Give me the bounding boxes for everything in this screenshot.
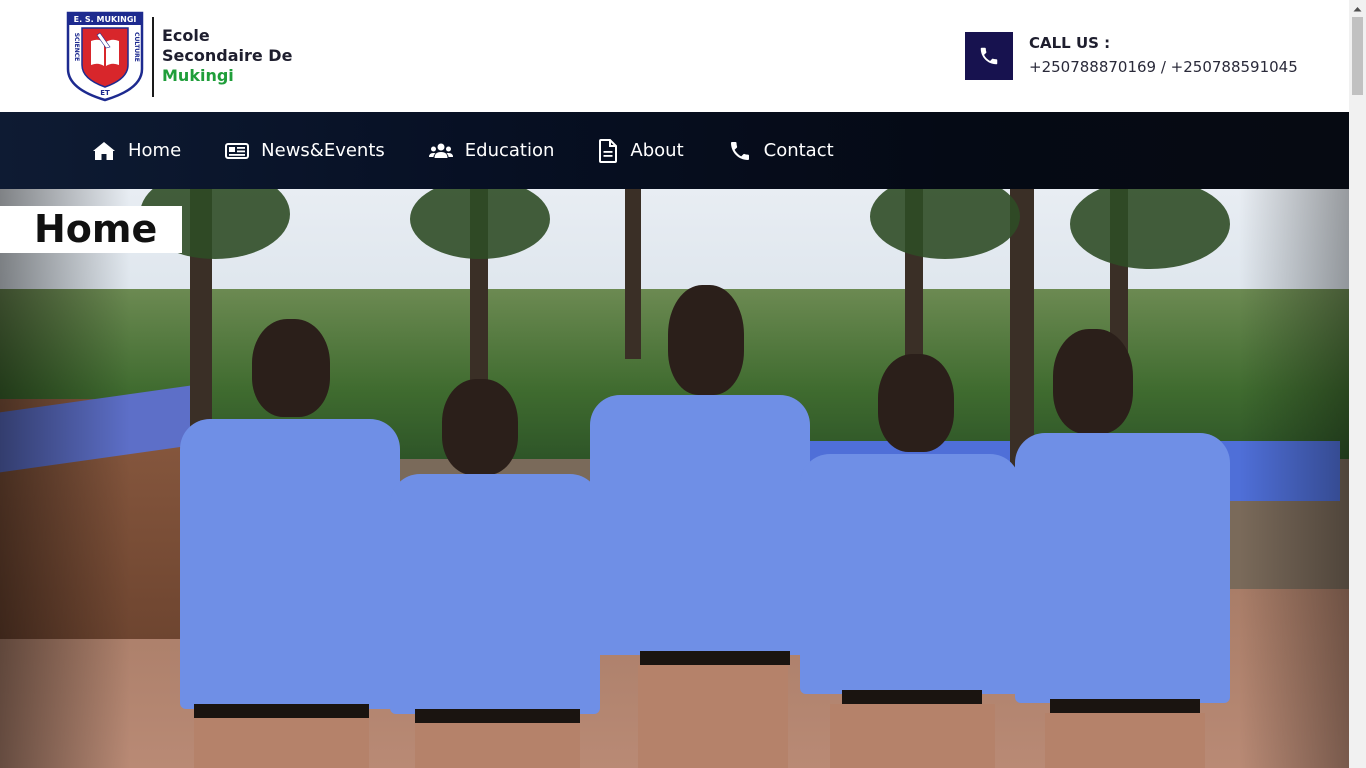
- users-icon: [428, 143, 453, 158]
- nav-label-news-events: News&Events: [261, 140, 385, 161]
- home-icon: [93, 141, 115, 160]
- page-title: Home: [34, 207, 158, 251]
- scroll-up-button[interactable]: [1349, 0, 1366, 17]
- phone-icon: [730, 141, 749, 160]
- svg-text:E. S. MUKINGI: E. S. MUKINGI: [74, 15, 137, 24]
- school-name: Ecole Secondaire De Mukingi: [162, 26, 292, 86]
- school-name-line1: Ecole: [162, 26, 210, 45]
- site-header: E. S. MUKINGI SCIENCE CULTURE ET Ecole S…: [0, 0, 1349, 112]
- school-name-line2: Secondaire De: [162, 46, 293, 65]
- phone-icon: [980, 47, 998, 65]
- nav-item-contact[interactable]: Contact: [728, 139, 834, 163]
- scrollbar-thumb[interactable]: [1352, 17, 1363, 95]
- chevron-up-icon: [1353, 6, 1362, 11]
- nav-item-education[interactable]: Education: [428, 140, 555, 161]
- logo-divider: [152, 17, 154, 97]
- nav-label-home: Home: [128, 140, 182, 161]
- call-phone-numbers[interactable]: +250788870169 / +250788591045: [1029, 58, 1298, 76]
- document-icon: [599, 138, 618, 163]
- hero-tree: [625, 189, 641, 359]
- vertical-scrollbar[interactable]: [1349, 0, 1366, 768]
- nav-label-about: About: [630, 140, 684, 161]
- nav-label-contact: Contact: [763, 140, 834, 161]
- school-logo[interactable]: E. S. MUKINGI SCIENCE CULTURE ET Ecole S…: [66, 11, 292, 102]
- nav-item-news-events[interactable]: News&Events: [225, 140, 385, 161]
- hero-vignette-right: [1239, 189, 1349, 768]
- svg-text:CULTURE: CULTURE: [133, 32, 140, 62]
- school-name-line3: Mukingi: [162, 66, 234, 85]
- svg-text:SCIENCE: SCIENCE: [73, 33, 80, 62]
- hero-banner: Home: [0, 189, 1349, 768]
- newspaper-icon: [225, 142, 250, 159]
- nav-item-about[interactable]: About: [598, 138, 684, 163]
- school-crest-icon: E. S. MUKINGI SCIENCE CULTURE ET: [66, 11, 144, 102]
- hero-vignette-left: [0, 189, 130, 768]
- svg-text:ET: ET: [100, 89, 110, 97]
- nav-item-home[interactable]: Home: [92, 140, 181, 161]
- main-nav: Home News&Events Education About Contact: [0, 112, 1349, 189]
- call-button[interactable]: [965, 32, 1013, 80]
- nav-label-education: Education: [464, 140, 555, 161]
- call-us-label: CALL US :: [1029, 34, 1111, 52]
